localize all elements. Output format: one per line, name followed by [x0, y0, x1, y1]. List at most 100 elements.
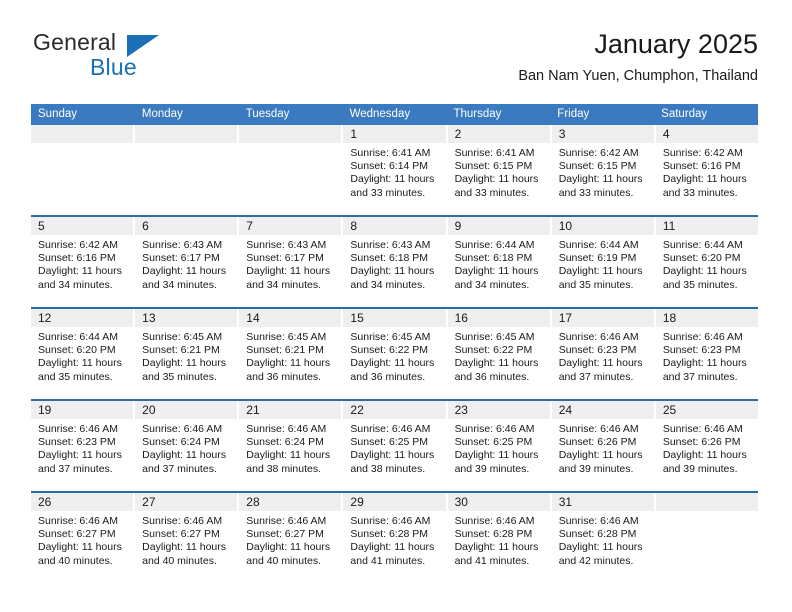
day-number: 3: [551, 125, 654, 143]
title-block: January 2025 Ban Nam Yuen, Chumphon, Tha…: [518, 28, 758, 86]
day-cell[interactable]: 21 Sunrise: 6:46 AM Sunset: 6:24 PM Dayligh…: [239, 401, 344, 491]
daylight-text-line1: Daylight: 11 hours: [662, 357, 747, 370]
daylight-text-line1: Daylight: 11 hours: [142, 541, 226, 554]
day-details: Sunrise: 6:46 AM Sunset: 6:28 PM Daylight:…: [448, 511, 550, 568]
page-subtitle: Ban Nam Yuen, Chumphon, Thailand: [518, 68, 758, 84]
day-details: Sunrise: 6:46 AM Sunset: 6:26 PM Daylight:…: [656, 419, 758, 476]
day-cell[interactable]: 14 Sunrise: 6:45 AM Sunset: 6:21 PM Dayligh…: [239, 309, 344, 399]
day-number: 6: [135, 217, 238, 235]
day-cell[interactable]: 2 Sunrise: 6:41 AM Sunset: 6:15 PM Daylight…: [447, 125, 552, 215]
sunset-text: Sunset: 6:21 PM: [142, 344, 220, 357]
daylight-text-line1: Daylight: 11 hours: [142, 357, 226, 370]
day-cell[interactable]: 23 Sunrise: 6:46 AM Sunset: 6:25 PM Dayligh…: [447, 401, 552, 491]
sunset-text: Sunset: 6:23 PM: [662, 344, 741, 357]
day-cell[interactable]: 11 Sunrise: 6:44 AM Sunset: 6:20 PM Dayligh…: [655, 217, 758, 307]
weekday-friday: Friday: [557, 108, 590, 120]
daylight-text-line2: and 35 minutes.: [662, 278, 738, 291]
sunrise-text: Sunrise: 6:43 AM: [142, 239, 223, 251]
day-cell[interactable]: 7 Sunrise: 6:43 AM Sunset: 6:17 PM Daylight…: [239, 217, 344, 307]
day-details: Sunrise: 6:46 AM Sunset: 6:27 PM Daylight:…: [31, 511, 133, 568]
weekday-header-row: Sunday Monday Tuesday Wednesday Thursday…: [31, 104, 758, 125]
day-cell[interactable]: 25 Sunrise: 6:46 AM Sunset: 6:26 PM Dayligh…: [655, 401, 758, 491]
day-cell[interactable]: 8 Sunrise: 6:43 AM Sunset: 6:18 PM Daylight…: [343, 217, 448, 307]
day-details: Sunrise: 6:43 AM Sunset: 6:17 PM Daylight:…: [239, 235, 341, 292]
day-cell[interactable]: 29 Sunrise: 6:46 AM Sunset: 6:28 PM Dayligh…: [343, 493, 448, 583]
sunrise-text: Sunrise: 6:44 AM: [558, 239, 639, 251]
day-cell[interactable]: 30 Sunrise: 6:46 AM Sunset: 6:28 PM Dayligh…: [447, 493, 552, 583]
daylight-text-line2: and 34 minutes.: [454, 278, 530, 291]
sunrise-text: Sunrise: 6:45 AM: [454, 331, 535, 343]
day-cell[interactable]: 10 Sunrise: 6:44 AM Sunset: 6:19 PM Dayligh…: [551, 217, 656, 307]
sunrise-text: Sunrise: 6:44 AM: [662, 239, 743, 251]
day-number: 10: [551, 217, 654, 235]
sunrise-text: Sunrise: 6:46 AM: [142, 515, 223, 527]
sunset-text: Sunset: 6:15 PM: [558, 160, 637, 173]
day-cell[interactable]: 28 Sunrise: 6:46 AM Sunset: 6:27 PM Dayligh…: [239, 493, 344, 583]
sunrise-text: Sunrise: 6:42 AM: [558, 147, 639, 159]
day-number: 13: [135, 309, 238, 327]
day-cell[interactable]: 17 Sunrise: 6:46 AM Sunset: 6:23 PM Dayligh…: [551, 309, 656, 399]
daylight-text-line1: Daylight: 11 hours: [558, 265, 643, 278]
sunset-text: Sunset: 6:20 PM: [38, 344, 116, 357]
day-cell[interactable]: 16 Sunrise: 6:45 AM Sunset: 6:22 PM Dayligh…: [447, 309, 552, 399]
day-details: Sunrise: 6:43 AM Sunset: 6:18 PM Daylight:…: [343, 235, 445, 292]
daylight-text-line1: Daylight: 11 hours: [350, 173, 435, 186]
daylight-text-line2: and 34 minutes.: [142, 278, 217, 291]
day-details: Sunrise: 6:42 AM Sunset: 6:16 PM Daylight:…: [656, 143, 758, 200]
day-number: 14: [239, 309, 342, 327]
daylight-text-line2: and 39 minutes.: [558, 462, 634, 475]
day-number: 9: [447, 217, 550, 235]
sunset-text: Sunset: 6:26 PM: [558, 436, 637, 449]
day-cell[interactable]: 31 Sunrise: 6:46 AM Sunset: 6:28 PM Dayligh…: [551, 493, 656, 583]
daylight-text-line2: and 37 minutes.: [558, 370, 634, 383]
daylight-text-line2: and 36 minutes.: [246, 370, 321, 383]
day-details: Sunrise: 6:44 AM Sunset: 6:20 PM Daylight:…: [31, 327, 133, 384]
day-cell[interactable]: 15 Sunrise: 6:45 AM Sunset: 6:22 PM Dayligh…: [343, 309, 448, 399]
day-details: Sunrise: 6:42 AM Sunset: 6:16 PM Daylight:…: [31, 235, 133, 292]
sunset-text: Sunset: 6:27 PM: [142, 528, 220, 541]
daylight-text-line2: and 40 minutes.: [246, 554, 321, 567]
sunrise-text: Sunrise: 6:42 AM: [38, 239, 118, 251]
daylight-text-line1: Daylight: 11 hours: [246, 265, 331, 278]
daylight-text-line1: Daylight: 11 hours: [350, 541, 435, 554]
day-cell[interactable]: 13 Sunrise: 6:45 AM Sunset: 6:21 PM Dayligh…: [135, 309, 240, 399]
generalblue-logo[interactable]: General Blue: [31, 28, 241, 84]
day-number: 7: [239, 217, 342, 235]
logo-text-blue: Blue: [90, 54, 137, 80]
day-details: Sunrise: 6:45 AM Sunset: 6:21 PM Daylight:…: [239, 327, 341, 384]
day-cell-empty: [31, 125, 136, 215]
day-number: 27: [135, 493, 238, 511]
day-cell[interactable]: 22 Sunrise: 6:46 AM Sunset: 6:25 PM Dayligh…: [343, 401, 448, 491]
sunset-text: Sunset: 6:27 PM: [246, 528, 324, 541]
daylight-text-line1: Daylight: 11 hours: [558, 173, 643, 186]
day-details: Sunrise: 6:45 AM Sunset: 6:22 PM Daylight:…: [448, 327, 550, 384]
day-cell[interactable]: 20 Sunrise: 6:46 AM Sunset: 6:24 PM Dayligh…: [135, 401, 240, 491]
sunrise-text: Sunrise: 6:41 AM: [454, 147, 535, 159]
day-cell[interactable]: 6 Sunrise: 6:43 AM Sunset: 6:17 PM Daylight…: [135, 217, 240, 307]
day-cell[interactable]: 27 Sunrise: 6:46 AM Sunset: 6:27 PM Dayligh…: [135, 493, 240, 583]
day-number: 22: [343, 401, 446, 419]
sunrise-text: Sunrise: 6:46 AM: [246, 515, 327, 527]
day-cell[interactable]: 5 Sunrise: 6:42 AM Sunset: 6:16 PM Daylight…: [31, 217, 136, 307]
day-cell[interactable]: 3 Sunrise: 6:42 AM Sunset: 6:15 PM Daylight…: [551, 125, 656, 215]
day-cell[interactable]: 19 Sunrise: 6:46 AM Sunset: 6:23 PM Dayligh…: [31, 401, 136, 491]
daylight-text-line2: and 34 minutes.: [350, 278, 426, 291]
sunrise-text: Sunrise: 6:46 AM: [246, 423, 327, 435]
day-cell[interactable]: 26 Sunrise: 6:46 AM Sunset: 6:27 PM Dayligh…: [31, 493, 136, 583]
day-cell[interactable]: 4 Sunrise: 6:42 AM Sunset: 6:16 PM Daylight…: [655, 125, 758, 215]
calendar-page: General Blue January 2025 Ban Nam Yuen, …: [0, 0, 792, 612]
day-cell[interactable]: 1 Sunrise: 6:41 AM Sunset: 6:14 PM Daylight…: [343, 125, 448, 215]
sunset-text: Sunset: 6:28 PM: [558, 528, 637, 541]
day-details: Sunrise: 6:46 AM Sunset: 6:26 PM Daylight:…: [552, 419, 654, 476]
daylight-text-line2: and 36 minutes.: [454, 370, 530, 383]
day-cell[interactable]: 18 Sunrise: 6:46 AM Sunset: 6:23 PM Dayligh…: [655, 309, 758, 399]
day-details: Sunrise: 6:45 AM Sunset: 6:22 PM Daylight:…: [343, 327, 445, 384]
day-cell[interactable]: 12 Sunrise: 6:44 AM Sunset: 6:20 PM Dayligh…: [31, 309, 136, 399]
sunrise-text: Sunrise: 6:44 AM: [38, 331, 118, 343]
daylight-text-line2: and 35 minutes.: [558, 278, 634, 291]
day-number: 1: [343, 125, 446, 143]
day-cell[interactable]: 9 Sunrise: 6:44 AM Sunset: 6:18 PM Daylight…: [447, 217, 552, 307]
day-cell[interactable]: 24 Sunrise: 6:46 AM Sunset: 6:26 PM Dayligh…: [551, 401, 656, 491]
day-details: Sunrise: 6:46 AM Sunset: 6:28 PM Daylight:…: [343, 511, 445, 568]
day-number: 2: [447, 125, 550, 143]
